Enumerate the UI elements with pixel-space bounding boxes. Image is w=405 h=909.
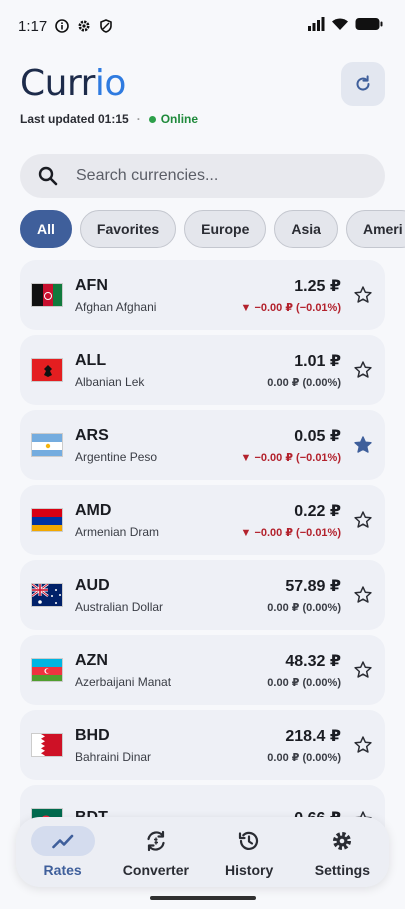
nav-history-label: History — [225, 862, 274, 878]
header: Currio Last updated 01:15 · Online — [20, 62, 385, 132]
currency-code: BHD — [75, 726, 110, 744]
bottom-nav: Rates Converter History Settings — [16, 817, 389, 887]
refresh-button[interactable] — [341, 62, 385, 106]
chip-favorites[interactable]: Favorites — [79, 210, 177, 248]
currency-price: 218.4 ₽ — [285, 728, 341, 745]
currency-row[interactable]: AFN Afghan Afghani 1.25 ₽ ▼ −0.00 ₽ (−0.… — [20, 260, 385, 330]
currency-change: ▼ −0.00 ₽ (−0.01%) — [240, 302, 341, 314]
online-dot-icon — [148, 115, 156, 123]
currency-price: 0.05 ₽ — [294, 428, 341, 445]
flag-icon — [31, 433, 63, 457]
home-indicator[interactable] — [150, 896, 256, 900]
chip-americas[interactable]: Ameri — [345, 210, 405, 248]
flag-icon — [31, 658, 63, 682]
search-icon — [38, 166, 58, 186]
favorite-star-icon[interactable] — [351, 658, 375, 682]
currency-name: Armenian Dram — [75, 524, 160, 539]
favorite-star-icon[interactable] — [351, 283, 375, 307]
nav-settings[interactable]: Settings — [297, 826, 387, 878]
search-input[interactable] — [76, 167, 356, 185]
currency-row[interactable]: AMD Armenian Dram 0.22 ₽ ▼ −0.00 ₽ (−0.0… — [20, 485, 385, 555]
currency-price: 0.22 ₽ — [294, 503, 341, 520]
currency-change: 0.00 ₽ (0.00%) — [267, 602, 341, 614]
trending-icon — [51, 834, 73, 849]
currency-row[interactable]: AZN Azerbaijani Manat 48.32 ₽ 0.00 ₽ (0.… — [20, 635, 385, 705]
app-logo: Currio — [20, 62, 385, 106]
currency-name: Azerbaijani Manat — [75, 674, 172, 689]
currency-code: AMD — [75, 501, 112, 519]
currency-change: ▼ −0.00 ₽ (−0.01%) — [240, 452, 341, 464]
status-bar: 1:17 — [0, 0, 405, 52]
nav-rates[interactable]: Rates — [18, 826, 108, 878]
nav-history[interactable]: History — [204, 826, 294, 878]
currency-row[interactable]: AUD Australian Dollar 57.89 ₽ 0.00 ₽ (0.… — [20, 560, 385, 630]
nav-rates-pill — [30, 826, 95, 856]
currency-code: AZN — [75, 651, 108, 669]
info-icon — [55, 19, 70, 33]
currency-row[interactable]: BHD Bahraini Dinar 218.4 ₽ 0.00 ₽ (0.00%… — [20, 710, 385, 780]
currency-change: 0.00 ₽ (0.00%) — [267, 677, 341, 689]
flag-icon — [31, 283, 63, 307]
currency-name: Bahraini Dinar — [75, 749, 152, 764]
signal-icon — [307, 17, 325, 35]
filter-chips: All Favorites Europe Asia Ameri — [20, 210, 405, 248]
status-separator: · — [136, 112, 141, 126]
currency-row[interactable]: ARS Argentine Peso 0.05 ₽ ▼ −0.00 ₽ (−0.… — [20, 410, 385, 480]
currency-code: ARS — [75, 426, 109, 444]
favorite-star-icon[interactable] — [351, 583, 375, 607]
gear-status-icon — [77, 19, 91, 33]
currency-name: Albanian Lek — [75, 374, 145, 389]
nav-history-pill — [217, 826, 281, 856]
online-status: Online — [148, 112, 199, 126]
favorite-star-icon[interactable] — [351, 508, 375, 532]
logo-main: Curr — [20, 63, 95, 104]
currency-change: 0.00 ₽ (0.00%) — [267, 752, 341, 764]
chip-europe[interactable]: Europe — [184, 210, 267, 248]
currency-code: ALL — [75, 351, 107, 369]
nav-converter-label: Converter — [122, 862, 189, 878]
flag-icon — [31, 358, 63, 382]
currency-row[interactable]: ALL Albanian Lek 1.01 ₽ 0.00 ₽ (0.00%) — [20, 335, 385, 405]
wifi-icon — [331, 17, 349, 35]
currency-name: Australian Dollar — [75, 599, 164, 614]
last-updated: Last updated 01:15 — [20, 112, 129, 126]
currency-code: AUD — [75, 576, 110, 594]
refresh-icon — [356, 75, 370, 91]
currency-price: 57.89 ₽ — [285, 578, 341, 595]
currency-name: Argentine Peso — [75, 449, 158, 464]
gear-icon — [333, 832, 352, 850]
history-icon — [239, 831, 259, 850]
search-bar[interactable] — [20, 154, 385, 198]
shield-status-icon — [99, 19, 113, 33]
currency-list: AFN Afghan Afghani 1.25 ₽ ▼ −0.00 ₽ (−0.… — [20, 260, 385, 909]
nav-converter[interactable]: Converter — [111, 826, 201, 878]
update-status: Last updated 01:15 · Online — [20, 112, 385, 126]
nav-rates-label: Rates — [43, 862, 82, 878]
currency-change: 0.00 ₽ (0.00%) — [267, 377, 341, 389]
currency-name: Afghan Afghani — [75, 299, 157, 314]
currency-price: 1.25 ₽ — [294, 278, 341, 295]
exchange-icon — [147, 830, 165, 852]
flag-icon — [31, 508, 63, 532]
battery-icon — [355, 17, 383, 35]
currency-price: 48.32 ₽ — [285, 653, 341, 670]
favorite-star-icon[interactable] — [351, 733, 375, 757]
status-time: 1:17 — [18, 17, 48, 35]
flag-icon — [31, 583, 63, 607]
logo-accent: io — [94, 63, 127, 104]
currency-change: ▼ −0.00 ₽ (−0.01%) — [240, 527, 341, 539]
nav-settings-pill — [310, 826, 374, 856]
chip-all[interactable]: All — [20, 210, 72, 248]
currency-code: AFN — [75, 276, 108, 294]
nav-converter-pill — [124, 826, 188, 856]
online-label: Online — [160, 112, 199, 126]
currency-price: 1.01 ₽ — [294, 353, 341, 370]
favorite-star-icon[interactable] — [351, 358, 375, 382]
nav-settings-label: Settings — [314, 862, 370, 878]
chip-asia[interactable]: Asia — [274, 210, 338, 248]
favorite-star-icon[interactable] — [351, 433, 375, 457]
flag-icon — [31, 733, 63, 757]
